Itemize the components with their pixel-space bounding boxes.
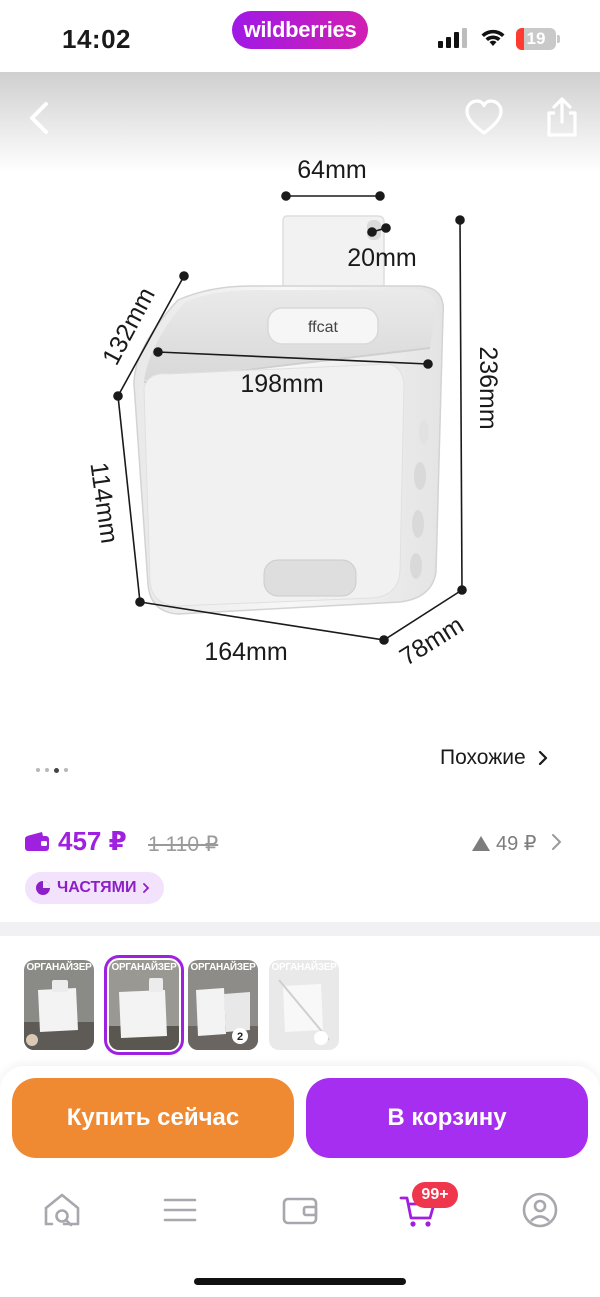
variant-image: 2 [188, 960, 258, 1050]
status-time: 14:02 [62, 24, 131, 54]
chevron-right-icon[interactable] [550, 832, 564, 852]
variant-image [24, 960, 94, 1050]
dim-top-width: 198mm [240, 370, 323, 398]
battery-level: 19 [526, 29, 546, 48]
variant-thumbnail-selected[interactable]: ОРГАНАЙЗЕР [104, 955, 184, 1055]
price-card: 457 ₽ 1 110 ₽ 49 ₽ ЧАСТЯМИ [0, 800, 600, 922]
favorite-heart-icon[interactable] [462, 96, 506, 140]
chevron-right-icon [143, 883, 150, 893]
installment-label: ЧАСТЯМИ [57, 879, 137, 896]
chevron-right-icon [538, 750, 547, 766]
status-bar: 14:02 wildberries 19 [0, 0, 600, 78]
variant-title: ОРГАНАЙЗЕР [271, 962, 337, 973]
dim-hook: 20mm [347, 244, 416, 272]
buy-now-button[interactable]: Купить сейчас [12, 1078, 294, 1158]
back-button[interactable] [18, 96, 62, 140]
home-indicator[interactable] [194, 1278, 406, 1285]
gallery-dot [64, 768, 68, 772]
menu-icon[interactable] [160, 1190, 200, 1230]
signal-icon [438, 28, 467, 48]
home-search-icon[interactable] [42, 1190, 82, 1230]
variant-title: ОРГАНАЙЗЕР [26, 962, 92, 973]
dim-total-height: 236mm [474, 346, 502, 429]
gallery-dot-active [54, 767, 59, 773]
gallery-dot [36, 768, 40, 772]
product-gallery[interactable]: ffcat 64mm 20mm 132mm 198mm 236mm 114mm … [0, 72, 600, 812]
bottom-action-bar: Купить сейчас В корзину 99+ [0, 1066, 600, 1297]
variant-image [109, 960, 179, 1050]
old-price: 1 110 ₽ [148, 833, 219, 856]
variant-badge: 2 [237, 1031, 243, 1043]
price-change[interactable]: 49 ₽ [472, 831, 537, 856]
triangle-up-icon [472, 836, 490, 851]
product-image: ffcat 64mm 20mm 132mm 198mm 236mm 114mm … [84, 156, 502, 672]
gallery-dot [45, 768, 49, 772]
variant-thumbnail[interactable]: ОРГАНАЙЗЕР [24, 960, 94, 1050]
cart-count-badge: 99+ [412, 1182, 458, 1208]
pie-chart-icon [36, 881, 50, 895]
wildberries-pill[interactable]: wildberries [232, 11, 368, 49]
installment-badge[interactable]: ЧАСТЯМИ [25, 872, 165, 904]
dim-side-height: 114mm [84, 461, 123, 546]
wallet-price-icon [25, 832, 49, 851]
section-divider [0, 922, 600, 936]
dim-bottom-depth: 78mm [395, 611, 469, 672]
current-price: 457 ₽ [58, 826, 127, 856]
profile-icon[interactable] [520, 1190, 560, 1230]
variant-title: ОРГАНАЙЗЕР [111, 962, 177, 973]
similar-products-link[interactable]: Похожие [440, 746, 548, 770]
add-to-cart-button[interactable]: В корзину [306, 1078, 588, 1158]
battery-indicator: 19 [516, 28, 560, 50]
price-change-value: 49 ₽ [496, 833, 537, 855]
wallet-icon[interactable] [280, 1190, 320, 1230]
product-brand-text: ffcat [308, 319, 339, 336]
gallery-pagination-dots [36, 766, 68, 774]
similar-label: Похожие [440, 746, 526, 769]
variant-title: ОРГАНАЙЗЕР [190, 962, 256, 973]
variant-thumbnail[interactable]: 2 ОРГАНАЙЗЕР [188, 960, 258, 1050]
variant-thumbnail[interactable]: ОРГАНАЙЗЕР [269, 960, 339, 1050]
variant-image [269, 960, 339, 1050]
wifi-icon [481, 29, 505, 46]
share-icon[interactable] [540, 96, 584, 140]
dim-handle-width: 64mm [297, 156, 366, 184]
dim-bottom-width: 164mm [204, 638, 287, 666]
